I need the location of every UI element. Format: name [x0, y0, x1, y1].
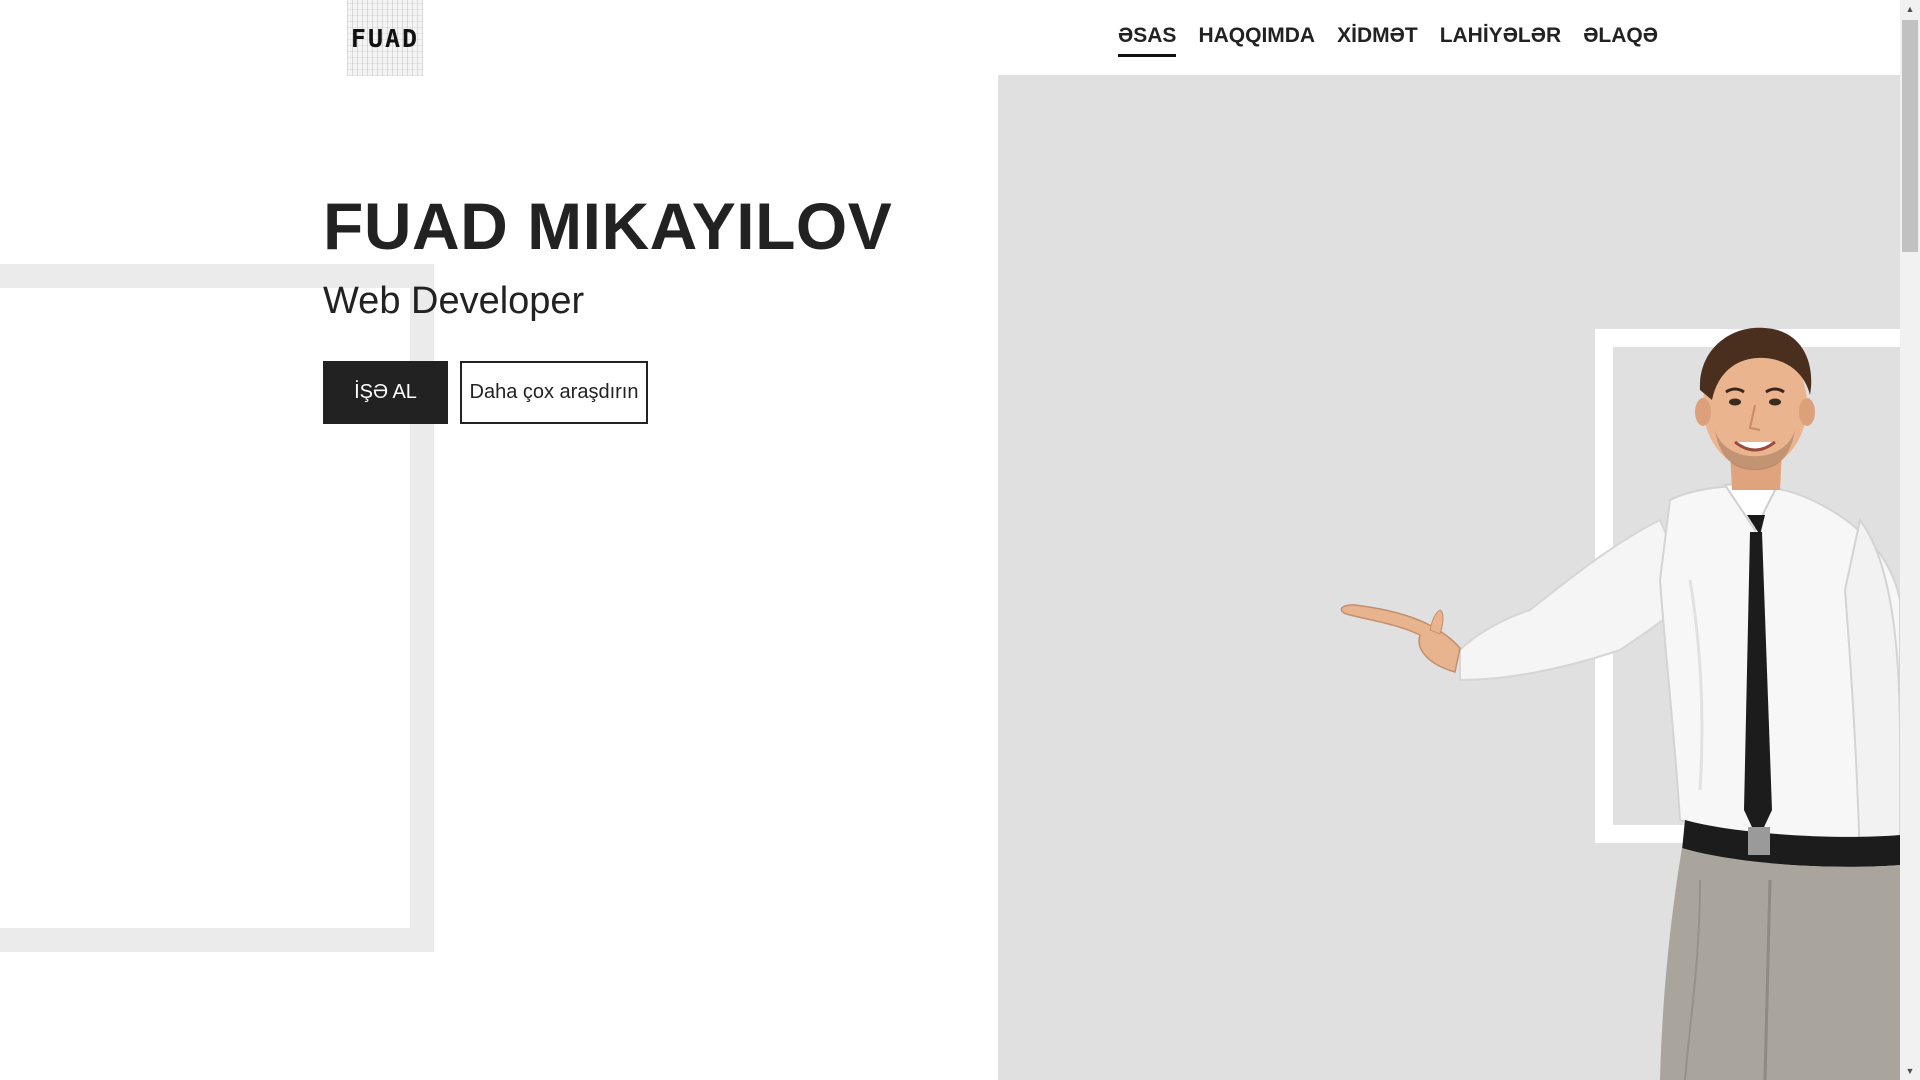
nav-item-xidmet[interactable]: XİDMƏT	[1337, 24, 1418, 57]
nav-item-lahiyeler[interactable]: LAHİYƏLƏR	[1440, 24, 1562, 57]
scroll-down-icon[interactable]: ▼	[1900, 1062, 1920, 1080]
nav-item-haqqimda[interactable]: HAQQIMDA	[1198, 24, 1315, 57]
site-logo[interactable]: FUAD	[347, 0, 423, 76]
scroll-up-icon[interactable]: ▲	[1900, 0, 1920, 18]
explore-more-button[interactable]: Daha çox araşdırın	[460, 361, 648, 424]
hero-name: FUAD MIKAYILOV	[323, 189, 893, 263]
page: FUAD ƏSAS HAQQIMDA XİDMƏT LAHİYƏLƏR ƏLAQ…	[0, 0, 1920, 1080]
logo-text: FUAD	[350, 23, 420, 53]
nav-item-esas[interactable]: ƏSAS	[1118, 24, 1177, 57]
nav-item-elaqe[interactable]: ƏLAQƏ	[1583, 24, 1658, 57]
scroll-thumb[interactable]	[1902, 20, 1918, 252]
person-presenting-illustration	[1340, 327, 1900, 1080]
hire-button[interactable]: İŞƏ AL	[323, 361, 448, 424]
page-scrollbar[interactable]: ▲ ▼	[1900, 0, 1920, 1080]
main-nav: ƏSAS HAQQIMDA XİDMƏT LAHİYƏLƏR ƏLAQƏ	[1118, 24, 1680, 57]
hero-role: Web Developer	[323, 280, 585, 322]
